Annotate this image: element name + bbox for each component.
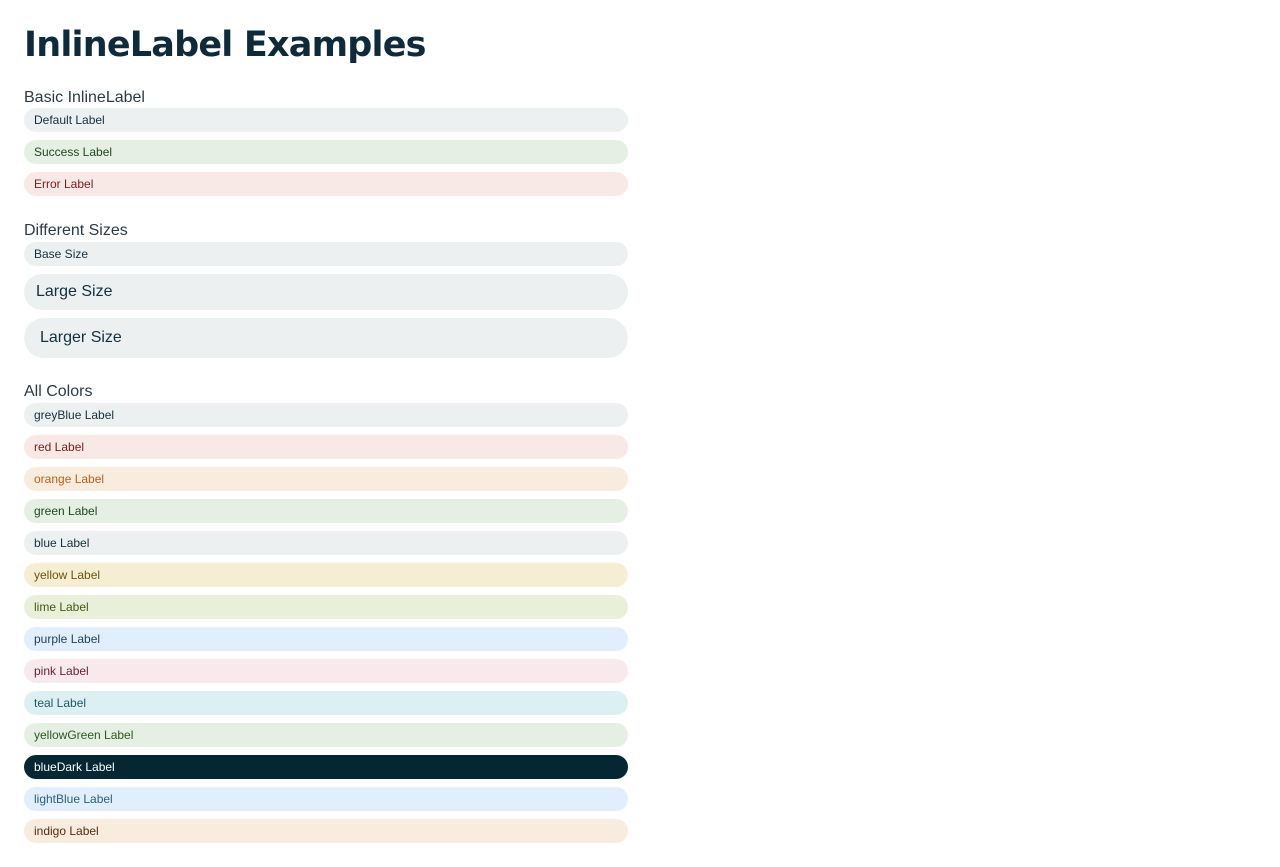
- inline-label-yellowgreen: yellowGreen Label: [24, 723, 628, 747]
- inline-label-text: pink Label: [34, 664, 89, 678]
- inline-label-text: green Label: [34, 504, 98, 518]
- inline-label-larger-size: Larger Size: [24, 318, 628, 358]
- inline-label-error: Error Label: [24, 172, 628, 196]
- inline-label-text: Larger Size: [40, 329, 122, 346]
- inline-label-text: lime Label: [34, 600, 89, 614]
- inline-label-text: blueDark Label: [34, 760, 115, 774]
- inline-label-green: green Label: [24, 499, 628, 523]
- inline-label-text: purple Label: [34, 632, 101, 646]
- inline-label-text: Large Size: [36, 283, 113, 300]
- inline-label-text: indigo Label: [34, 824, 99, 838]
- inline-label-greyblue: greyBlue Label: [24, 403, 628, 427]
- inline-label-base-size: Base Size: [24, 242, 628, 266]
- inline-label-text: Success Label: [34, 145, 113, 159]
- page-title: InlineLabel Examples: [24, 25, 426, 65]
- section-heading-colors: All Colors: [24, 383, 93, 400]
- inline-label-text: yellow Label: [34, 568, 101, 582]
- inline-label-text: Base Size: [34, 247, 89, 261]
- inline-label-success: Success Label: [24, 140, 628, 164]
- inline-label-lightblue: lightBlue Label: [24, 787, 628, 811]
- inline-label-teal: teal Label: [24, 691, 628, 715]
- inline-label-indigo: indigo Label: [24, 819, 628, 843]
- inline-label-text: yellowGreen Label: [34, 728, 134, 742]
- inline-label-text: teal Label: [34, 696, 87, 710]
- inline-label-lime: lime Label: [24, 595, 628, 619]
- inline-label-large-size: Large Size: [24, 274, 628, 310]
- inline-label-text: red Label: [34, 440, 85, 454]
- inline-label-text: greyBlue Label: [34, 408, 115, 422]
- inline-label-text: Error Label: [34, 177, 94, 191]
- inline-label-yellow: yellow Label: [24, 563, 628, 587]
- inline-label-purple: purple Label: [24, 627, 628, 651]
- inline-label-default: Default Label: [24, 108, 628, 132]
- inline-label-blue: blue Label: [24, 531, 628, 555]
- inline-label-text: Default Label: [34, 113, 105, 127]
- inline-label-red: red Label: [24, 435, 628, 459]
- inline-label-bluedark: blueDark Label: [24, 755, 628, 779]
- inline-label-pink: pink Label: [24, 659, 628, 683]
- section-heading-sizes: Different Sizes: [24, 222, 128, 239]
- inline-label-text: orange Label: [34, 472, 105, 486]
- inline-label-text: lightBlue Label: [34, 792, 113, 806]
- inline-label-text: blue Label: [34, 536, 90, 550]
- inline-label-orange: orange Label: [24, 467, 628, 491]
- section-heading-basic: Basic InlineLabel: [24, 89, 145, 106]
